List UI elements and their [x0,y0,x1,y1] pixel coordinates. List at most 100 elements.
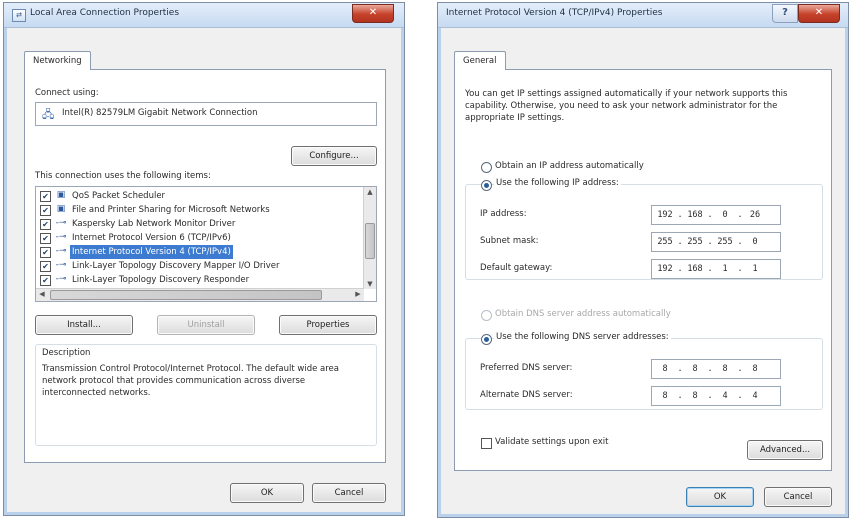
octet: 8 [692,391,698,401]
octet: 168 [687,264,703,274]
octet: 8 [692,364,698,374]
dialog-title: Internet Protocol Version 4 (TCP/IPv4) P… [446,8,663,18]
validate-settings-label: Validate settings upon exit [495,437,609,447]
alternate-dns-input[interactable]: 8 . 8 . 4 . 4 [651,386,781,406]
tab-networking[interactable]: Networking [24,51,91,70]
horizontal-scrollbar[interactable]: ◀ ▶ [36,288,364,301]
preferred-dns-input[interactable]: 8 . 8 . 8 . 8 [651,359,781,379]
obtain-dns-automatically-label: Obtain DNS server address automatically [495,309,671,319]
checkbox-checked[interactable]: ✔ [40,219,51,230]
local-area-connection-properties-dialog: ⇄ Local Area Connection Properties ✕ Net… [3,2,405,516]
subnet-mask-input[interactable]: 255 . 255 . 255 . 0 [651,232,781,252]
octet: 8 [662,364,668,374]
octet: 26 [749,210,761,220]
list-item-label: Internet Protocol Version 6 (TCP/IPv6) [72,233,231,243]
octet: 1 [752,264,758,274]
octet: 192 [657,264,673,274]
obtain-ip-automatically-radio[interactable] [481,162,492,173]
default-gateway-label: Default gateway: [480,263,553,273]
octet: 4 [752,391,758,401]
description-text: Transmission Control Protocol/Internet P… [42,364,339,398]
components-list[interactable]: ✔ ▣ QoS Packet Scheduler ✔ ▣ File and Pr… [35,186,377,302]
ip-address-group: Use the following IP address: IP address… [465,178,823,280]
advanced-button[interactable]: Advanced... [747,440,823,460]
use-following-dns-radio[interactable] [481,334,492,345]
use-following-ip-radio[interactable] [481,180,492,191]
protocol-icon: -⊸ [55,246,67,256]
subnet-mask-label: Subnet mask: [480,236,539,246]
scroll-up-icon[interactable]: ▲ [364,188,376,196]
list-item-label: Link-Layer Topology Discovery Mapper I/O… [72,261,280,271]
validate-settings-checkbox[interactable] [481,438,492,449]
checkbox-checked[interactable]: ✔ [40,233,51,244]
tab-general[interactable]: General [454,51,506,70]
ok-button[interactable]: OK [230,483,304,503]
list-item-label: Link-Layer Topology Discovery Responder [72,275,250,285]
network-service-icon: ▣ [56,190,66,200]
default-gateway-input[interactable]: 192 . 168 . 1 . 1 [651,259,781,279]
network-connection-icon: ⇄ [12,9,26,22]
list-item-label: QoS Packet Scheduler [72,191,166,201]
octet: 8 [722,364,728,374]
scroll-down-icon[interactable]: ▼ [364,280,376,288]
ip-address-input[interactable]: 192 . 168 . 0 . 26 [651,205,781,225]
octet: 192 [657,210,673,220]
use-following-dns-label: Use the following DNS server addresses: [494,332,671,342]
checkbox-checked[interactable]: ✔ [40,205,51,216]
protocol-icon: -⊸ [55,232,67,242]
protocol-icon: -⊸ [55,218,67,228]
network-adapter-icon: 🖧 [42,108,55,121]
octet: 255 [687,237,703,247]
checkbox-checked[interactable]: ✔ [40,261,51,272]
description-group: Description Transmission Control Protoco… [35,344,377,446]
close-button[interactable]: ✕ [352,4,394,23]
checkbox-checked[interactable]: ✔ [40,247,51,258]
adapter-box: 🖧 Intel(R) 82579LM Gigabit Network Conne… [35,102,377,126]
octet: 0 [752,237,758,247]
adapter-name: Intel(R) 82579LM Gigabit Network Connect… [62,108,258,118]
dns-group: Use the following DNS server addresses: … [465,332,823,410]
network-service-icon: ▣ [56,204,66,214]
scroll-thumb[interactable] [50,290,322,300]
cancel-button[interactable]: Cancel [764,487,832,507]
title-bar[interactable]: Internet Protocol Version 4 (TCP/IPv4) P… [438,3,848,28]
ip-address-label: IP address: [480,209,527,219]
description-heading: Description [42,348,91,358]
ok-button[interactable]: OK [686,487,754,507]
intro-text: You can get IP settings assigned automat… [465,89,788,123]
octet: 255 [657,237,673,247]
title-bar[interactable]: ⇄ Local Area Connection Properties ✕ [4,3,404,28]
protocol-icon: -⊸ [55,274,67,284]
items-label: This connection uses the following items… [35,171,211,181]
help-button[interactable]: ? [772,4,798,23]
octet: 8 [752,364,758,374]
protocol-icon: -⊸ [55,260,67,270]
scroll-right-icon[interactable]: ▶ [352,290,364,298]
obtain-ip-automatically-label: Obtain an IP address automatically [495,161,644,171]
octet: 255 [717,237,733,247]
close-button[interactable]: ✕ [798,4,840,23]
ipv4-properties-dialog: Internet Protocol Version 4 (TCP/IPv4) P… [437,2,849,518]
scroll-left-icon[interactable]: ◀ [36,290,48,298]
list-item-label: File and Printer Sharing for Microsoft N… [72,205,270,215]
octet: 4 [722,391,728,401]
checkbox-checked[interactable]: ✔ [40,275,51,286]
list-item-label: Internet Protocol Version 4 (TCP/IPv4) [70,245,233,259]
general-tab-panel: You can get IP settings assigned automat… [454,69,832,471]
preferred-dns-label: Preferred DNS server: [480,363,573,373]
properties-button[interactable]: Properties [279,315,377,335]
octet: 0 [722,210,728,220]
install-button[interactable]: Install... [35,315,133,335]
uninstall-button: Uninstall [157,315,255,335]
alternate-dns-label: Alternate DNS server: [480,390,573,400]
octet: 8 [662,391,668,401]
vertical-scrollbar[interactable]: ▲ ▼ [363,187,376,289]
scroll-thumb[interactable] [365,223,375,259]
obtain-dns-automatically-radio [481,310,492,321]
cancel-button[interactable]: Cancel [312,483,386,503]
checkbox-checked[interactable]: ✔ [40,191,51,202]
octet: 1 [722,264,728,274]
connect-using-label: Connect using: [35,88,99,98]
octet: 168 [687,210,703,220]
configure-button[interactable]: Configure... [291,146,377,166]
